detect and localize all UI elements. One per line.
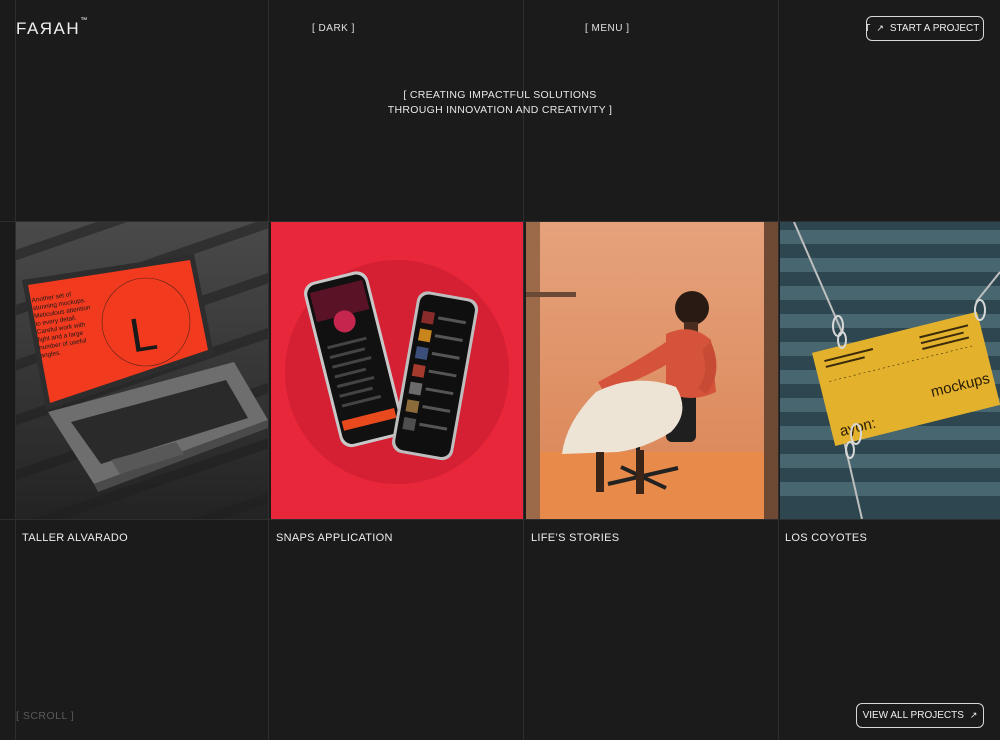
cta-label: START A PROJECT — [889, 23, 980, 34]
theme-toggle[interactable]: [ DARK ] — [312, 23, 355, 34]
menu-button[interactable]: [ MENU ] — [585, 23, 630, 34]
laptop-mockup-image: Another set of stunning mockups. Meticul… — [16, 222, 268, 519]
phone-mockup-image — [271, 222, 523, 519]
project-title[interactable]: LIFE’S STORIES — [531, 532, 619, 544]
project-card-los-coyotes[interactable]: ayon: mockups — [780, 222, 1000, 519]
hero-tagline: [ CREATING IMPACTFUL SOLUTIONS THROUGH I… — [0, 88, 1000, 118]
project-title[interactable]: LOS COYOTES — [785, 532, 867, 544]
project-card-snaps-application[interactable] — [271, 222, 523, 519]
view-all-projects-button[interactable]: VIEW ALL PROJECTS ↗ — [856, 703, 984, 728]
portrait-photo-image — [526, 222, 778, 519]
site-logo[interactable]: FAЯAH™ — [16, 17, 88, 39]
tagline-line-2: THROUGH INNOVATION AND CREATIVITY ] — [387, 104, 613, 116]
cta-marquee-fragment: CT — [867, 23, 870, 34]
arrow-up-right-icon: ↗ — [876, 23, 884, 33]
arrow-up-right-icon: ↗ — [969, 710, 978, 720]
project-card-taller-alvarado[interactable]: Another set of stunning mockups. Meticul… — [16, 222, 268, 519]
scroll-indicator: [ SCROLL ] — [16, 710, 75, 722]
project-title[interactable]: SNAPS APPLICATION — [276, 532, 393, 544]
view-all-label: VIEW ALL PROJECTS — [862, 710, 964, 721]
start-project-button[interactable]: CT ↗ START A PROJECT — [866, 16, 984, 41]
trademark: ™ — [80, 17, 88, 24]
project-title[interactable]: TALLER ALVARADO — [22, 532, 128, 544]
logo-text: FAЯAH — [16, 19, 81, 38]
grid-line — [0, 519, 1000, 520]
tagline-line-1: [ CREATING IMPACTFUL SOLUTIONS — [403, 89, 597, 101]
business-card-mockup-image: ayon: mockups — [780, 222, 1000, 519]
project-card-lifes-stories[interactable] — [526, 222, 778, 519]
